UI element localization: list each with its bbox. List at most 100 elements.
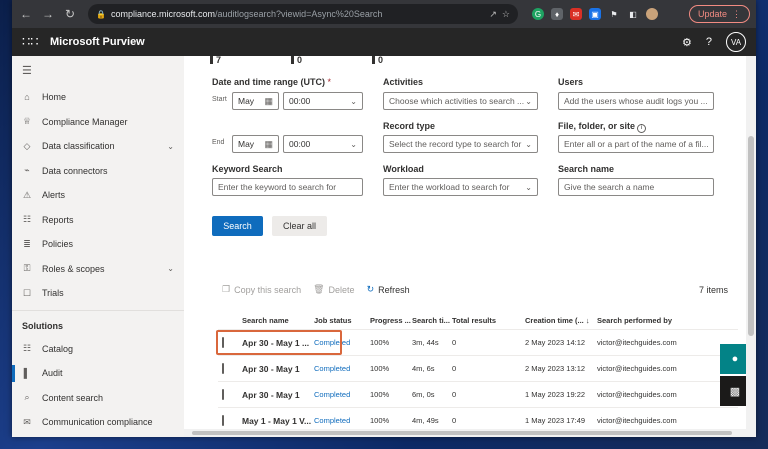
url-domain: compliance.microsoft.com (110, 9, 216, 19)
start-label: Start (212, 96, 227, 103)
sidebar-item-label: Policies (42, 239, 74, 250)
delete-button[interactable]: 🗑 Delete (313, 284, 354, 295)
command-bar: ❐ Copy this search 🗑 Delete ↻ Refresh (222, 284, 410, 295)
search-button[interactable]: Search (212, 216, 263, 236)
end-date-picker[interactable]: May ▦ (232, 135, 279, 153)
progress-cell: 100% (370, 338, 390, 347)
sidebar-item-home[interactable]: ⌂ Home (12, 85, 184, 110)
row-checkbox[interactable] (222, 389, 224, 400)
table-row[interactable]: Apr 30 - May 1 Completed 100% 6m, 0s 0 1 May … (218, 382, 738, 408)
job-status-cell[interactable]: Completed (314, 390, 370, 399)
column-header[interactable]: Search ti... (412, 316, 452, 325)
table-row[interactable]: Apr 30 - May 1 ... Completed 100% 3m, 44s 0 2… (216, 330, 738, 356)
profile-avatar-icon[interactable] (646, 8, 658, 20)
sidebar-item-communication-compliance[interactable]: ✉ Communication compliance (12, 410, 184, 435)
record-type-select[interactable]: Select the record type to search for ⌄ (383, 135, 538, 153)
vertical-scrollbar[interactable] (746, 56, 756, 437)
share-icon[interactable]: ↗ (489, 9, 497, 20)
clear-all-button[interactable]: Clear all (272, 216, 327, 236)
forward-icon[interactable]: → (40, 6, 56, 22)
search-icon: ⌕ (24, 392, 30, 403)
sidebar-item-data-connectors[interactable]: ⌁ Data connectors (12, 159, 184, 184)
sidebar-item-catalog[interactable]: ☷ Catalog (12, 337, 184, 362)
creation-time-cell: 2 May 2023 14:12 (525, 338, 586, 347)
job-status-cell[interactable]: Completed (314, 416, 370, 425)
sidebar-item-label: Content search (42, 392, 104, 403)
searches-table: Search name Job status Progress ... Sear… (216, 312, 738, 434)
sidebar-item-label: Catalog (42, 343, 74, 354)
horizontal-scrollbar[interactable] (184, 429, 746, 437)
column-header[interactable]: Job status (314, 316, 370, 325)
file-folder-site-input[interactable]: Enter all or a part of the name of a fil… (558, 135, 714, 153)
chevron-down-icon: ⌄ (525, 96, 532, 106)
help-icon[interactable]: ? (706, 36, 712, 48)
bookmark-star-icon[interactable]: ☆ (502, 9, 510, 20)
sidebar-item-roles-scopes[interactable]: ⚿ Roles & scopes ⌄ (12, 257, 184, 282)
shield-extension-icon[interactable]: ♦ (551, 8, 563, 20)
column-header[interactable]: Progress ... (370, 316, 412, 325)
date-range-label: Date and time range (UTC) * (212, 77, 332, 87)
trophy-icon: ♕ (22, 116, 32, 127)
sidebar-item-label: Trials (42, 288, 64, 299)
info-icon[interactable]: i (637, 124, 647, 133)
key-icon: ⚿ (23, 263, 31, 274)
sidebar-item-policies[interactable]: ≣ Policies (12, 232, 184, 257)
settings-gear-icon[interactable]: ⚙ (682, 36, 692, 49)
end-time-select[interactable]: 00:00 ⌄ (283, 135, 363, 153)
sidebar-item-alerts[interactable]: ⚠ Alerts (12, 183, 184, 208)
browser-window: ← → ↻ 🔒 compliance.microsoft.com/auditlo… (12, 0, 756, 437)
url-path: /auditlogsearch?viewid=Async%20Search (215, 9, 383, 19)
sliders-icon: ≣ (23, 238, 31, 249)
back-icon[interactable]: ← (18, 6, 34, 22)
start-date-picker[interactable]: May ▦ (232, 92, 279, 110)
mail-extension-icon[interactable]: ✉ (570, 8, 582, 20)
sidebar-item-compliance-manager[interactable]: ♕ Compliance Manager (12, 110, 184, 135)
workload-select[interactable]: Enter the workload to search for ⌄ (383, 178, 538, 196)
search-name-cell: Apr 30 - May 1 (242, 389, 300, 400)
start-time-select[interactable]: 00:00 ⌄ (283, 92, 363, 110)
extensions-row: G ♦ ✉ ▣ ⚑ ◧ (532, 8, 658, 20)
sidebar-item-reports[interactable]: ☷ Reports (12, 208, 184, 233)
users-input[interactable]: Add the users whose audit logs you ... (558, 92, 714, 110)
app-launcher-icon[interactable]: ∷∷ (22, 34, 42, 50)
sidebar-item-trials[interactable]: ☐ Trials (12, 281, 184, 306)
screen-extension-icon[interactable]: ▣ (589, 8, 601, 20)
feedback-icon: ● (731, 353, 739, 365)
performed-by-cell: victor@itechguides.com (597, 338, 677, 347)
avatar[interactable]: VA (726, 32, 746, 52)
row-checkbox[interactable] (222, 415, 224, 426)
workload-placeholder: Enter the workload to search for (389, 182, 510, 192)
address-bar[interactable]: 🔒 compliance.microsoft.com/auditlogsearc… (88, 4, 518, 24)
grammarly-extension-icon[interactable]: G (532, 8, 544, 20)
column-header[interactable]: Search performed by (597, 316, 717, 325)
sidebar-item-data-classification[interactable]: ◇ Data classification ⌄ (12, 134, 184, 159)
app-header: ∷∷ Microsoft Purview ⚙ ? VA (12, 28, 756, 56)
reload-icon[interactable]: ↻ (62, 6, 78, 22)
sidebar-item-label: Roles & scopes (42, 263, 105, 274)
column-header[interactable]: Total results (452, 316, 525, 325)
update-button[interactable]: Update ⋮ (688, 5, 750, 23)
sidepanel-icon[interactable]: ◧ (627, 8, 639, 20)
table-row[interactable]: Apr 30 - May 1 Completed 100% 4m, 6s 0 2 May … (218, 356, 738, 382)
column-header[interactable]: Creation time (... ↓ (525, 316, 597, 325)
search-time-cell: 4m, 6s (412, 364, 435, 373)
clipboard-icon: ☐ (22, 287, 32, 298)
chevron-down-icon[interactable]: ⌄ (167, 142, 174, 151)
calendar-icon: ▦ (264, 138, 273, 149)
hamburger-menu-icon[interactable]: ☰ (12, 62, 184, 85)
sidebar-item-label: Data classification (42, 141, 115, 152)
chevron-down-icon[interactable]: ⌄ (167, 264, 174, 273)
sidebar-item-audit[interactable]: ▌ Audit (12, 361, 184, 386)
puzzle-extensions-icon[interactable]: ⚑ (608, 8, 620, 20)
row-checkbox[interactable] (222, 363, 224, 374)
keyword-search-input[interactable]: Enter the keyword to search for (212, 178, 363, 196)
sidebar-item-label: Audit (42, 368, 63, 379)
sidebar-item-content-search[interactable]: ⌕ Content search (12, 386, 184, 411)
activities-select[interactable]: Choose which activities to search ... ⌄ (383, 92, 538, 110)
column-header[interactable]: Search name (242, 316, 314, 325)
copy-search-button[interactable]: ❐ Copy this search (222, 284, 301, 295)
job-status-cell[interactable]: Completed (314, 364, 370, 373)
record-type-placeholder: Select the record type to search for (389, 139, 522, 149)
search-name-input[interactable]: Give the search a name (558, 178, 714, 196)
refresh-button[interactable]: ↻ Refresh (367, 284, 410, 295)
